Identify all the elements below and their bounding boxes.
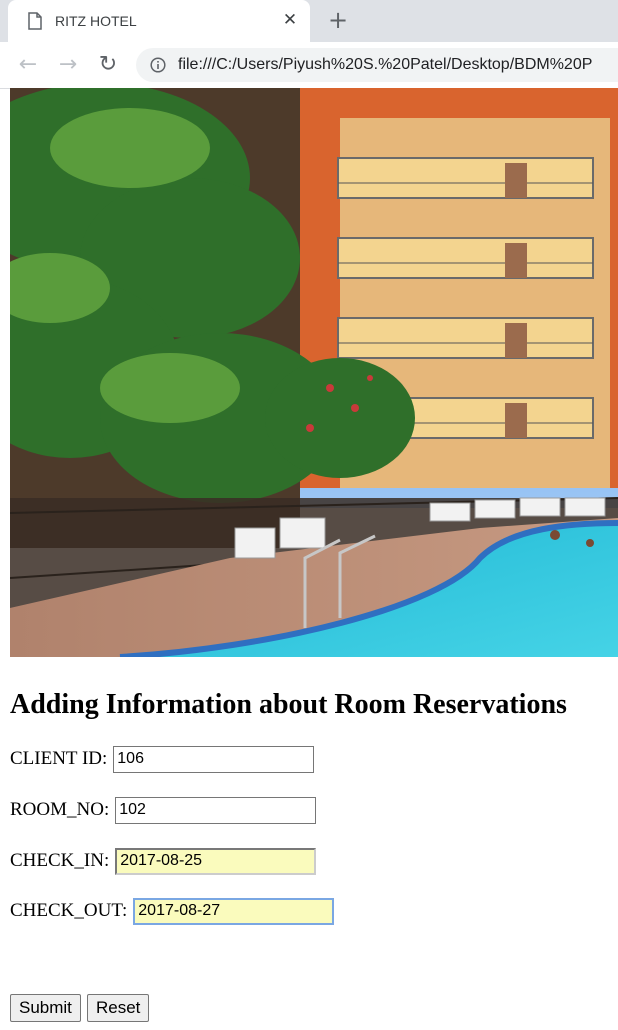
address-bar[interactable]: file:///C:/Users/Piyush%20S.%20Patel/Des… (136, 48, 618, 82)
client-id-row: CLIENT ID: (10, 745, 315, 773)
room-no-label: ROOM_NO: (10, 799, 110, 820)
check-in-input[interactable] (115, 847, 317, 875)
check-in-label: CHECK_IN: (10, 850, 110, 871)
info-icon[interactable] (150, 57, 166, 73)
new-tab-icon[interactable]: + (326, 8, 350, 33)
check-in-row: CHECK_IN: (10, 847, 317, 875)
url-text: file:///C:/Users/Piyush%20S.%20Patel/Des… (178, 56, 593, 73)
browser-tab[interactable]: RITZ HOTEL ✕ (8, 0, 310, 42)
forward-icon[interactable]: → (56, 53, 80, 77)
hotel-pool-illustration (10, 88, 618, 657)
reset-button[interactable]: Reset (87, 994, 150, 1022)
tab-strip: RITZ HOTEL ✕ + (0, 0, 618, 42)
reload-icon[interactable]: ↻ (96, 53, 120, 77)
check-out-row: CHECK_OUT: (10, 897, 335, 925)
check-out-label: CHECK_OUT: (10, 900, 128, 921)
tab-title: RITZ HOTEL (55, 13, 137, 29)
browser-toolbar: ← → ↻ file:///C:/Users/Piyush%20S.%20Pat… (0, 42, 618, 89)
submit-button[interactable]: Submit (10, 994, 81, 1022)
hotel-pool-image (10, 88, 618, 657)
room-no-input[interactable] (115, 796, 317, 824)
close-icon[interactable]: ✕ (280, 10, 300, 30)
client-id-label: CLIENT ID: (10, 748, 108, 769)
room-no-row: ROOM_NO: (10, 796, 317, 824)
check-out-input[interactable] (133, 897, 335, 925)
document-icon (28, 12, 42, 30)
page-title: Adding Information about Room Reservatio… (10, 689, 567, 720)
back-icon[interactable]: ← (16, 53, 40, 77)
client-id-input[interactable] (113, 745, 315, 773)
